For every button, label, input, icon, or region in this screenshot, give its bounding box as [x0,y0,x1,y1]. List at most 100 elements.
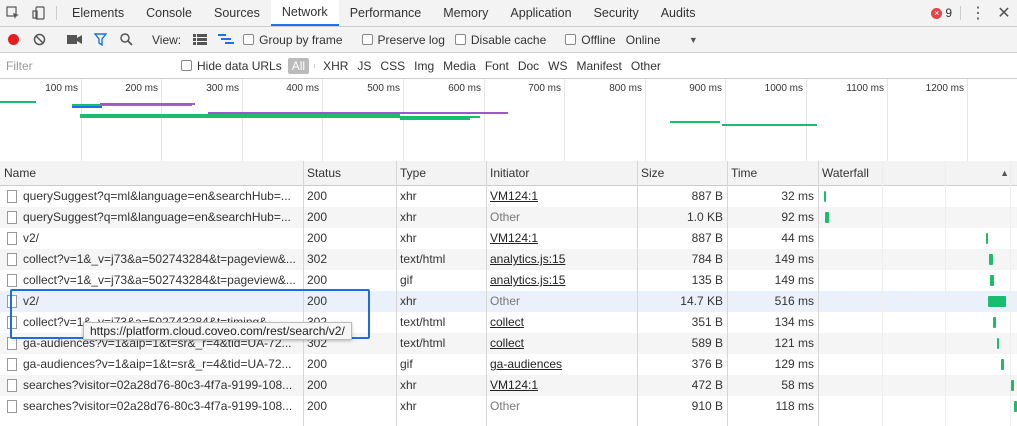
cell-initiator[interactable]: VM124:1 [486,228,637,249]
tab-network[interactable]: Network [270,0,339,26]
checkbox[interactable] [243,34,255,45]
throttling-select[interactable]: Online ▼ [626,33,698,47]
cell-status: 200 [307,273,328,287]
tab-sources[interactable]: Sources [203,0,271,26]
large-rows-icon[interactable] [187,34,213,45]
filter-type-other[interactable]: Other [627,58,665,74]
column-header-time[interactable]: Time [727,161,818,185]
tab-audits[interactable]: Audits [650,0,707,26]
filter-type-all[interactable]: All [287,57,310,74]
table-row[interactable]: searches?visitor=02a28d76-80c3-4f7a-9199… [0,375,1017,396]
tab-performance[interactable]: Performance [339,0,433,26]
column-header-type[interactable]: Type [396,161,486,185]
cell-time: 134 ms [774,315,814,329]
search-icon[interactable] [113,33,139,46]
close-icon[interactable]: ✕ [991,0,1017,26]
sort-ascending-icon[interactable]: ▲ [1000,161,1009,185]
tab-elements[interactable]: Elements [61,0,135,26]
more-options-icon[interactable]: ⋮ [965,0,991,26]
cell-waterfall [818,270,1017,291]
cell-type: text/html [400,315,446,329]
cell-waterfall [818,249,1017,270]
cell-initiator[interactable]: VM124:1 [486,186,637,207]
table-row[interactable]: v2/200 xhr VM124:1 887 B 44 ms [0,228,1017,249]
preserve-log-checkbox[interactable]: Preserve log [361,32,445,47]
cell-time: 32 ms [781,189,814,203]
disable-cache-label: Disable cache [470,32,547,47]
clear-icon[interactable] [26,33,52,46]
overview-tick-label: 1200 ms [925,83,964,94]
filter-type-doc[interactable]: Doc [514,58,543,74]
filter-type-media[interactable]: Media [439,58,480,74]
cell-initiator[interactable]: analytics.js:15 [486,270,637,291]
cell-initiator[interactable]: collect [486,312,637,333]
column-header-name[interactable]: Name [0,161,303,185]
preserve-log-label: Preserve log [377,32,445,47]
table-row[interactable]: collect?v=1&_v=j73&a=502743284&t=pagevie… [0,270,1017,291]
cell-status: 200 [307,210,328,224]
filter-type-xhr[interactable]: XHR [319,58,352,74]
disable-cache-checkbox[interactable]: Disable cache [454,32,547,47]
group-by-frame-checkbox[interactable]: Group by frame [243,33,343,47]
record-icon[interactable] [0,34,26,45]
cell-initiator[interactable]: VM124:1 [486,375,637,396]
table-row[interactable]: collect?v=1&_v=j73&a=502743284&t=pagevie… [0,249,1017,270]
overview-gridline [484,79,485,161]
table-row[interactable]: searches?visitor=02a28d76-80c3-4f7a-9199… [0,396,1017,417]
filter-type-manifest[interactable]: Manifest [573,58,626,74]
cell-type: gif [400,273,413,287]
filter-type-css[interactable]: CSS [376,58,409,74]
cell-waterfall [818,228,1017,249]
column-header-size[interactable]: Size [637,161,727,185]
filter-type-ws[interactable]: WS [544,58,571,74]
column-header-initiator[interactable]: Initiator [486,161,637,185]
filter-icon[interactable] [87,33,113,46]
filter-input[interactable]: Filter [6,59,166,73]
tab-console[interactable]: Console [135,0,203,26]
cell-initiator[interactable]: analytics.js:15 [486,249,637,270]
inspect-element-icon[interactable] [0,0,26,26]
network-overview-timeline[interactable]: 100 ms 200 ms 300 ms 400 ms 500 ms 600 ms 700 … [0,79,1017,162]
error-counter[interactable]: × 9 [931,0,952,26]
cell-initiator[interactable]: collect [486,333,637,354]
cell-initiator[interactable]: ga-audiences [486,354,637,375]
table-row[interactable]: ga-audiences?v=1&aip=1&t=sr&_r=4&tid=UA-… [0,354,1017,375]
network-toolbar: View: Group by frame Preserve log Disabl… [0,27,1017,53]
divider [314,63,316,68]
waterfall-gridline [882,161,883,426]
screenshot-camera-icon[interactable] [61,34,87,45]
column-header-label: Waterfall [822,166,869,180]
checkbox[interactable] [454,34,466,45]
checkbox[interactable] [565,34,577,45]
filter-type-js[interactable]: JS [353,58,375,74]
filter-type-img[interactable]: Img [410,58,438,74]
waterfall-bar [997,338,999,349]
overview-request-bar [100,103,195,105]
divider [960,6,961,20]
tab-application[interactable]: Application [499,0,582,26]
checkbox[interactable] [361,34,373,45]
cell-size: 887 B [691,231,723,245]
waterfall-view-icon[interactable] [213,34,239,45]
waterfall-bar [1001,359,1004,370]
column-header-waterfall[interactable]: Waterfall ▲ [818,161,1017,185]
device-toolbar-icon[interactable] [26,0,52,26]
hide-data-urls-checkbox[interactable]: Hide data URLs [181,59,282,73]
cell-size: 784 B [691,252,723,266]
overview-gridline [161,79,162,161]
url-tooltip: https://platform.cloud.coveo.com/rest/se… [83,322,352,340]
filter-type-font[interactable]: Font [481,58,513,74]
table-header: Name Status Type Initiator Size Time Waterfall… [0,161,1017,186]
column-header-status[interactable]: Status [303,161,396,185]
overview-gridline [81,79,82,161]
checkbox[interactable] [181,60,192,71]
cell-status: 200 [307,357,328,371]
overview-tick-label: 300 ms [206,83,239,94]
overview-tick-label: 1000 ms [764,83,803,94]
tab-security[interactable]: Security [583,0,650,26]
tab-memory[interactable]: Memory [432,0,499,26]
offline-checkbox[interactable]: Offline [565,33,616,47]
table-row[interactable]: querySuggest?q=ml&language=en&searchHub=… [0,207,1017,228]
table-row[interactable]: querySuggest?q=ml&language=en&searchHub=… [0,186,1017,207]
waterfall-bar [989,254,993,265]
